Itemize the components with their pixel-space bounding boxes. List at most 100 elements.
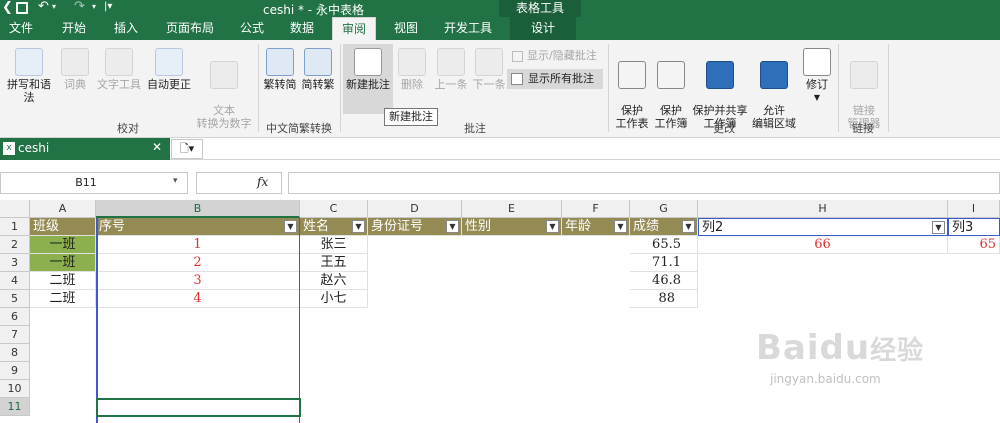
close-tab-icon[interactable]: ✕ <box>152 140 162 154</box>
row-header[interactable]: 11 <box>0 398 30 416</box>
row-header[interactable]: 1 <box>0 218 30 236</box>
header-cell-name[interactable]: 姓名 ▼ <box>300 218 368 236</box>
customize-toolbar-icon[interactable]: |▾ <box>104 1 112 12</box>
table-cell[interactable]: 65.5 <box>630 236 698 254</box>
new-comment-button[interactable]: 新建批注 <box>343 44 393 114</box>
new-document-button[interactable]: 🗋▾ <box>171 139 203 159</box>
tab-design[interactable]: 设计 <box>510 17 576 40</box>
column-header-h[interactable]: H <box>698 200 948 218</box>
header-cell-col3[interactable]: 列3 <box>948 218 1000 236</box>
tab-home[interactable]: 开始 <box>52 17 96 40</box>
table-cell[interactable]: 二班 <box>30 272 96 290</box>
spreadsheet-grid[interactable]: A B C D E F G H I 1 2 3 4 5 6 7 8 9 10 1… <box>0 200 1000 423</box>
spelling-button[interactable]: 拼写和语法 <box>2 48 56 104</box>
simp-to-trad-button[interactable]: 简转繁 <box>300 48 336 91</box>
tab-data[interactable]: 数据 <box>282 17 322 40</box>
table-cell[interactable]: 一班 <box>30 236 96 254</box>
convert-text-button[interactable]: 文本 转换为数字 <box>194 48 254 130</box>
allow-edit-ranges-button[interactable]: 允许 编辑区域 <box>752 48 796 130</box>
table-cell[interactable]: 王五 <box>300 254 368 272</box>
header-cell-class[interactable]: 班级 <box>30 218 96 236</box>
column-header-i[interactable]: I <box>948 200 1000 218</box>
name-box-dropdown-icon[interactable]: ▾ <box>173 176 178 186</box>
row-header[interactable]: 7 <box>0 326 30 344</box>
link-manager-button[interactable]: 链接 管理器 <box>842 48 886 130</box>
tab-view[interactable]: 视图 <box>386 17 426 40</box>
table-cell[interactable]: 1 <box>96 236 300 254</box>
dictionary-button[interactable]: 词典 <box>58 48 92 91</box>
function-button[interactable]: fx <box>196 172 282 194</box>
column-header-c[interactable]: C <box>300 200 368 218</box>
show-all-comments-button[interactable]: 显示所有批注 <box>507 69 603 89</box>
column-header-g[interactable]: G <box>630 200 698 218</box>
column-header-e[interactable]: E <box>462 200 562 218</box>
tab-insert[interactable]: 插入 <box>104 17 148 40</box>
filter-dropdown-icon[interactable]: ▼ <box>284 220 297 233</box>
undo-icon[interactable]: ↶ <box>38 0 49 14</box>
previous-comment-button[interactable]: 上一条 <box>432 48 470 91</box>
trad-to-simp-button[interactable]: 繁转简 <box>262 48 298 91</box>
protect-share-button[interactable]: 保护并共享 工作簿 <box>690 48 750 130</box>
tab-review[interactable]: 审阅 <box>332 17 376 40</box>
tab-page-layout[interactable]: 页面布局 <box>158 17 222 40</box>
table-cell[interactable]: 66 <box>698 236 948 254</box>
save-icon[interactable] <box>16 2 28 14</box>
select-all-corner[interactable] <box>0 200 30 218</box>
row-header[interactable]: 8 <box>0 344 30 362</box>
document-tab[interactable]: x ceshi ✕ <box>0 138 170 160</box>
filter-dropdown-icon[interactable]: ▼ <box>446 220 459 233</box>
filter-dropdown-icon[interactable]: ▼ <box>614 220 627 233</box>
table-cell[interactable]: 2 <box>96 254 300 272</box>
filter-dropdown-icon[interactable]: ▼ <box>682 220 695 233</box>
delete-comment-button[interactable]: 删除 <box>396 48 428 91</box>
row-header[interactable]: 3 <box>0 254 30 272</box>
table-cell[interactable]: 4 <box>96 290 300 308</box>
table-cell[interactable]: 3 <box>96 272 300 290</box>
header-cell-col2[interactable]: 列2 ▼ <box>698 218 948 236</box>
track-changes-button[interactable]: 修订 ▼ <box>800 48 834 104</box>
column-header-f[interactable]: F <box>562 200 630 218</box>
active-cell[interactable] <box>96 398 301 417</box>
filter-dropdown-icon[interactable]: ▼ <box>546 220 559 233</box>
table-cell[interactable]: 二班 <box>30 290 96 308</box>
header-cell-age[interactable]: 年龄 ▼ <box>562 218 630 236</box>
track-changes-dropdown-icon[interactable]: ▼ <box>800 91 834 104</box>
header-cell-id[interactable]: 身份证号 ▼ <box>368 218 462 236</box>
table-cell[interactable]: 一班 <box>30 254 96 272</box>
header-cell-score[interactable]: 成绩 ▼ <box>630 218 698 236</box>
header-cell-gender[interactable]: 性别 ▼ <box>462 218 562 236</box>
name-box[interactable]: B11 ▾ <box>0 172 188 194</box>
autocorrect-button[interactable]: 自动更正 <box>144 48 194 91</box>
row-header[interactable]: 10 <box>0 380 30 398</box>
protect-workbook-button[interactable]: 保护 工作簿 <box>652 48 690 130</box>
formula-input[interactable] <box>288 172 1000 194</box>
protect-sheet-button[interactable]: 保护 工作表 <box>612 48 652 130</box>
row-header[interactable]: 4 <box>0 272 30 290</box>
redo-dropdown-icon[interactable]: ▾ <box>92 2 96 11</box>
row-header[interactable]: 5 <box>0 290 30 308</box>
column-header-a[interactable]: A <box>30 200 96 218</box>
table-cell[interactable]: 46.8 <box>630 272 698 290</box>
table-cell[interactable]: 71.1 <box>630 254 698 272</box>
header-cell-seq[interactable]: 序号 ▼ <box>96 218 300 236</box>
tab-developer[interactable]: 开发工具 <box>436 17 500 40</box>
text-tools-button[interactable]: 文字工具 <box>94 48 144 91</box>
tab-formulas[interactable]: 公式 <box>232 17 272 40</box>
toggle-comments-button[interactable]: 显示/隐藏批注 <box>510 48 606 66</box>
redo-icon[interactable]: ↷ <box>74 0 85 14</box>
table-cell[interactable]: 88 <box>630 290 698 308</box>
filter-dropdown-icon[interactable]: ▼ <box>352 220 365 233</box>
table-cell[interactable]: 张三 <box>300 236 368 254</box>
undo-dropdown-icon[interactable]: ▾ <box>52 2 56 11</box>
row-header[interactable]: 9 <box>0 362 30 380</box>
back-icon[interactable]: ❮ <box>2 0 13 15</box>
row-header[interactable]: 6 <box>0 308 30 326</box>
table-cell[interactable]: 65 <box>948 236 1000 254</box>
table-cell[interactable]: 小七 <box>300 290 368 308</box>
column-header-d[interactable]: D <box>368 200 462 218</box>
table-cell[interactable]: 赵六 <box>300 272 368 290</box>
column-header-b[interactable]: B <box>96 200 300 218</box>
row-header[interactable]: 2 <box>0 236 30 254</box>
next-comment-button[interactable]: 下一条 <box>470 48 508 91</box>
tab-file[interactable]: 文件 <box>0 17 42 40</box>
